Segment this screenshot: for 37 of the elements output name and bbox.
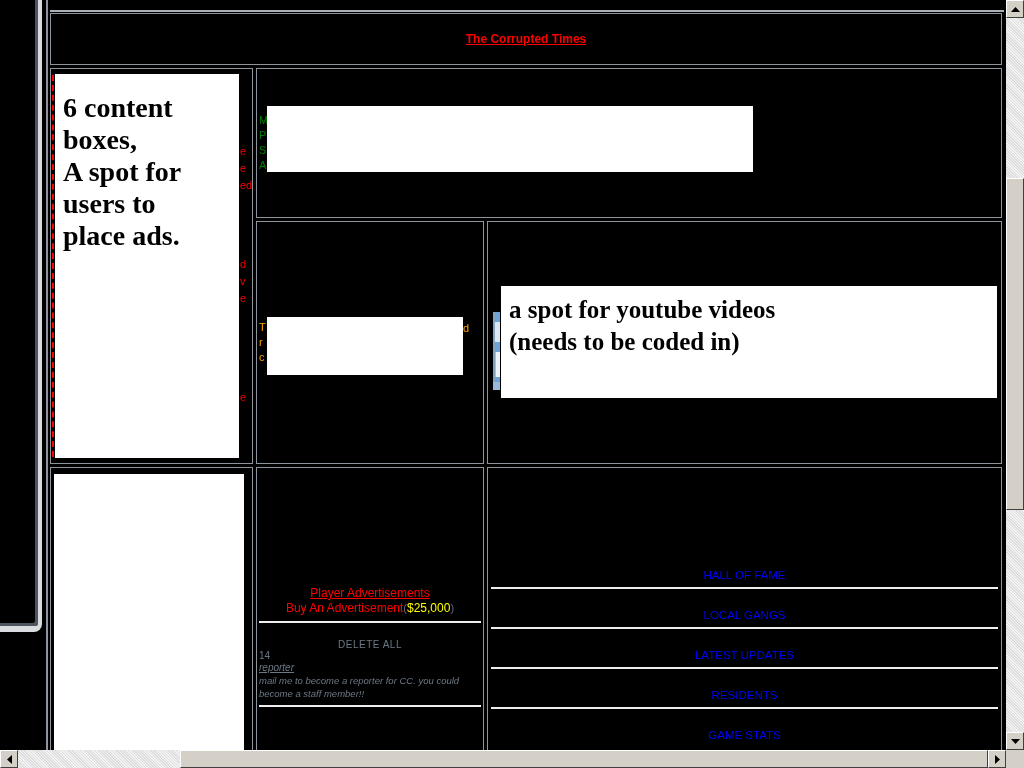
ad-number: 14 <box>259 650 272 662</box>
up-arrow-icon <box>1010 6 1020 12</box>
text-fragment: d <box>240 258 248 271</box>
left-arrow-icon <box>6 754 12 764</box>
right-arrow-icon <box>994 754 1000 764</box>
scroll-left-button[interactable] <box>0 750 18 768</box>
text-fragment: r <box>259 336 264 349</box>
scroll-right-button[interactable] <box>988 750 1006 768</box>
scrollbar-thumb[interactable] <box>180 750 988 768</box>
site-title-link[interactable]: The Corrupted Times <box>465 32 587 46</box>
text-fragment: d <box>463 322 470 335</box>
text-fragment: v <box>240 275 247 288</box>
text-fragment: e <box>240 391 248 404</box>
text-fragment: e <box>240 145 248 158</box>
text-fragment: P <box>259 129 267 142</box>
text-fragment: M <box>259 114 267 127</box>
text-fragment: e <box>240 162 248 175</box>
text-fragment: A <box>259 159 267 172</box>
paren-text: ) <box>450 601 455 616</box>
scroll-down-button[interactable] <box>1006 732 1024 750</box>
note-text: a spot for youtube videos (needs to be coded in) <box>508 294 777 358</box>
ad-message: mail me to become a reporter for CC. you could become a staff member!! <box>259 674 461 700</box>
text-fragment: S <box>259 144 267 157</box>
text-fragment: e <box>240 292 248 305</box>
note-text: 6 content boxes, A spot for users to place ads. <box>62 91 183 252</box>
text-fragment: ed <box>240 179 252 192</box>
price-text: $25,000 <box>407 601 451 616</box>
down-arrow-icon <box>1010 738 1020 744</box>
paren-text: ( <box>403 601 407 616</box>
text-fragment: c <box>259 351 266 364</box>
scrollbar-thumb[interactable] <box>1006 178 1024 510</box>
text-fragment: T <box>259 321 267 334</box>
author-link[interactable]: reporter <box>259 662 294 674</box>
buy-ad-link[interactable]: Buy An Advertisement <box>285 601 404 616</box>
advertisements-link[interactable]: Player Advertisements <box>310 586 430 601</box>
scroll-up-button[interactable] <box>1006 0 1024 18</box>
delete-all-link[interactable]: DELETE ALL <box>338 639 402 650</box>
